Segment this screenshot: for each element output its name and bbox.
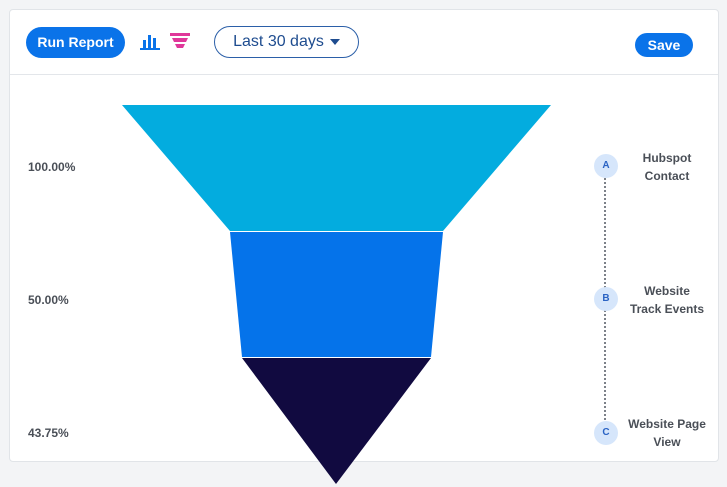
step-label-c-line1: Website Page: [628, 417, 706, 431]
step-label-a-line1: Hubspot: [642, 151, 692, 165]
step-label-b-line1: Website: [644, 284, 690, 298]
funnel-segment-a: [122, 105, 551, 231]
step-label-c-line2: View: [653, 435, 681, 449]
step-label-a-line2: Contact: [644, 169, 690, 183]
step-label-c: Website Page View: [612, 415, 722, 451]
funnel-chart: [122, 105, 551, 484]
funnel-segment-c: [242, 358, 431, 484]
funnel-percentage-a: 100.00%: [28, 160, 76, 174]
step-label-b: Website Track Events: [612, 282, 722, 318]
step-label-b-line2: Track Events: [629, 302, 705, 316]
step-label-a: Hubspot Contact: [612, 149, 722, 185]
funnel-percentage-b: 50.00%: [28, 293, 69, 307]
funnel-percentage-c: 43.75%: [28, 426, 69, 440]
funnel-segment-b: [230, 232, 443, 357]
